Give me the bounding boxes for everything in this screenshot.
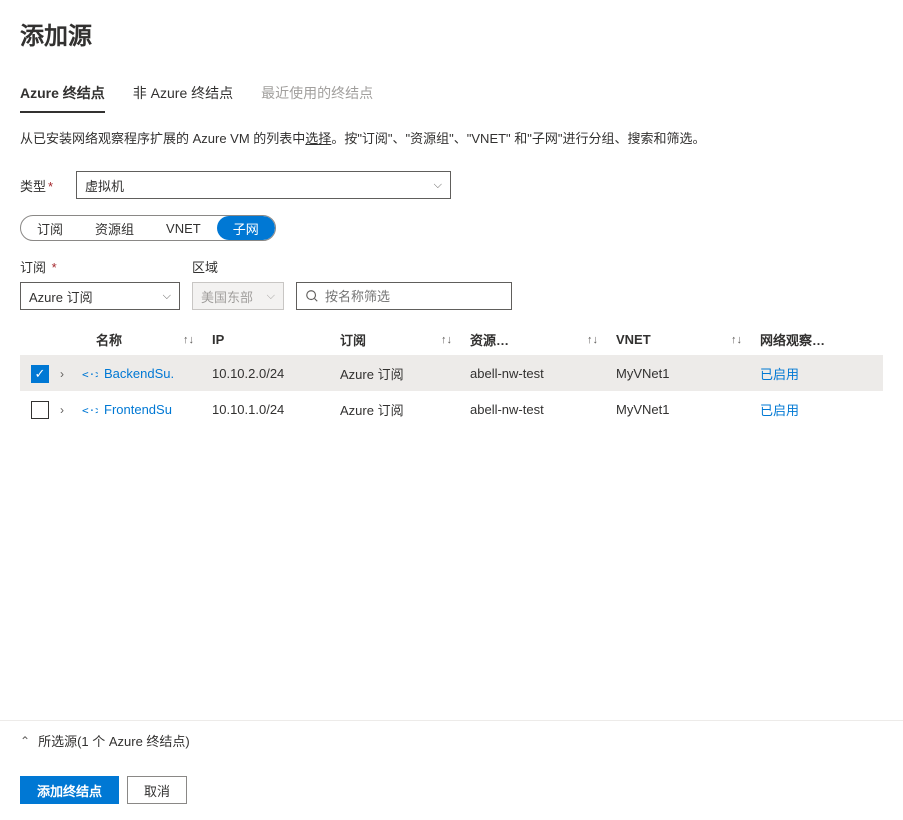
tab-azure-endpoint[interactable]: Azure 终结点	[20, 79, 105, 113]
row-name-link[interactable]: BackendSu.	[104, 366, 174, 381]
expand-chevron-icon[interactable]: ›	[60, 367, 64, 381]
svg-text:<·>: <·>	[82, 404, 98, 417]
header-subscription[interactable]: 订阅↑↓	[340, 330, 470, 349]
tabs: Azure 终结点 非 Azure 终结点 最近使用的终结点	[0, 59, 903, 114]
description-prefix: 从已安装网络观察程序扩展的 Azure VM 的列表中	[20, 131, 305, 146]
type-dropdown[interactable]: 虚拟机 ⌵	[76, 171, 451, 199]
selected-summary-bar[interactable]: ⌃ 所选源(1 个 Azure 终结点)	[0, 720, 903, 760]
row-nw-status-link[interactable]: 已启用	[760, 400, 799, 419]
header-resource-group[interactable]: 资源…↑↓	[470, 330, 616, 349]
pill-subscription[interactable]: 订阅	[21, 216, 79, 240]
table-row[interactable]: › <·> BackendSu. 10.10.2.0/24 Azure 订阅 a…	[20, 355, 883, 391]
row-ip: 10.10.1.0/24	[212, 402, 340, 417]
type-label: 类型*	[20, 176, 64, 195]
sort-icon: ↑↓	[731, 334, 760, 346]
sort-icon: ↑↓	[183, 334, 212, 346]
row-ip: 10.10.2.0/24	[212, 366, 340, 381]
row-checkbox[interactable]	[31, 401, 49, 419]
cancel-button[interactable]: 取消	[127, 776, 187, 804]
subscription-filter-label: 订阅 *	[20, 257, 180, 278]
row-nw-status-link[interactable]: 已启用	[760, 364, 799, 383]
svg-text:<·>: <·>	[82, 368, 98, 381]
subscription-dropdown[interactable]: Azure 订阅 ⌵	[20, 282, 180, 310]
chevron-up-icon: ⌃	[20, 734, 30, 748]
table-header-row: 名称↑↓ IP 订阅↑↓ 资源…↑↓ VNET↑↓ 网络观察…	[20, 324, 883, 355]
pill-resource-group[interactable]: 资源组	[79, 216, 150, 240]
type-value: 虚拟机	[85, 176, 124, 195]
table-row[interactable]: › <·> FrontendSu 10.10.1.0/24 Azure 订阅 a…	[20, 391, 883, 427]
description-select-word: 选择	[305, 131, 331, 146]
description-text: 从已安装网络观察程序扩展的 Azure VM 的列表中选择。按"订阅"、"资源组…	[0, 114, 903, 165]
pill-vnet[interactable]: VNET	[150, 216, 217, 240]
selected-summary-text: 所选源(1 个 Azure 终结点)	[38, 731, 190, 750]
search-input-wrap[interactable]	[296, 282, 512, 310]
tab-non-azure-endpoint[interactable]: 非 Azure 终结点	[133, 79, 233, 113]
header-name[interactable]: 名称↑↓	[60, 330, 212, 349]
page-title: 添加源	[0, 0, 903, 59]
subnet-icon: <·>	[82, 402, 98, 418]
row-vnet: MyVNet1	[616, 402, 760, 417]
sort-icon: ↑↓	[441, 334, 470, 346]
row-subscription: Azure 订阅	[340, 400, 470, 419]
header-ip[interactable]: IP	[212, 332, 340, 347]
search-icon	[305, 289, 319, 303]
chevron-down-icon: ⌵	[163, 290, 171, 303]
tab-recent-endpoint: 最近使用的终结点	[261, 79, 373, 113]
sort-icon: ↑↓	[587, 334, 616, 346]
row-vnet: MyVNet1	[616, 366, 760, 381]
grouping-pills: 订阅 资源组 VNET 子网	[20, 215, 276, 241]
subnet-icon: <·>	[82, 366, 98, 382]
chevron-down-icon: ⌵	[434, 179, 442, 192]
expand-chevron-icon[interactable]: ›	[60, 403, 64, 417]
row-name-link[interactable]: FrontendSu	[104, 402, 172, 417]
row-checkbox[interactable]	[31, 365, 49, 383]
add-endpoint-button[interactable]: 添加终结点	[20, 776, 119, 804]
region-filter-label: 区域	[192, 257, 284, 278]
chevron-down-icon: ⌵	[267, 290, 275, 303]
row-resource-group: abell-nw-test	[470, 366, 616, 381]
search-input[interactable]	[325, 289, 503, 304]
region-dropdown: 美国东部 ⌵	[192, 282, 284, 310]
row-resource-group: abell-nw-test	[470, 402, 616, 417]
row-subscription: Azure 订阅	[340, 364, 470, 383]
header-vnet[interactable]: VNET↑↓	[616, 332, 760, 347]
pill-subnet[interactable]: 子网	[217, 216, 275, 240]
description-suffix: 。按"订阅"、"资源组"、"VNET" 和"子网"进行分组、搜索和筛选。	[331, 131, 705, 146]
header-network-watcher[interactable]: 网络观察…	[760, 330, 883, 349]
